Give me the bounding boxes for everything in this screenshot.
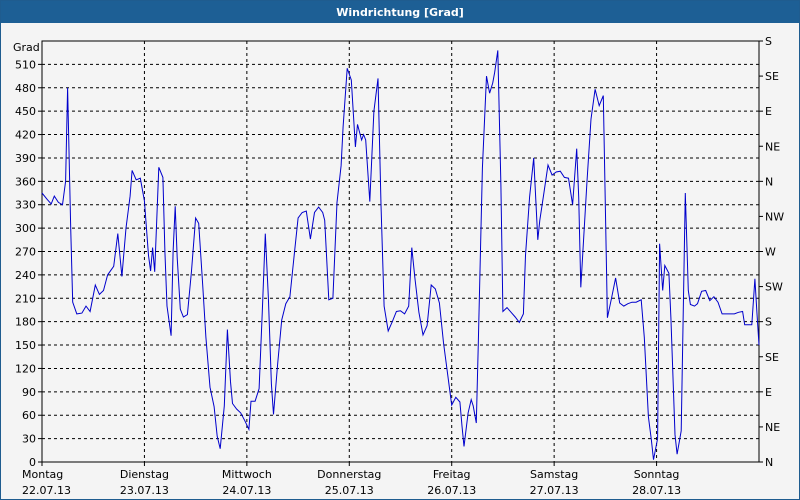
x-axis-ticks: Montag 22.07.13 Dienstag 23.07.13 Mittwoch 24…	[22, 462, 681, 497]
y-tick-label: 390	[15, 152, 36, 165]
right-tick-label: SE	[765, 351, 779, 364]
right-tick-label: N	[765, 175, 773, 188]
right-tick-label: NE	[765, 421, 780, 434]
x-tick-day: Samstag	[530, 468, 578, 481]
right-tick-label: S	[765, 316, 772, 329]
x-tick-day: Freitag	[433, 468, 471, 481]
right-tick-label: E	[765, 105, 772, 118]
y-tick-label: 360	[15, 175, 36, 188]
wind-direction-line	[41, 50, 760, 460]
x-tick-date: 26.07.13	[427, 484, 476, 497]
x-tick-day: Dienstag	[120, 468, 169, 481]
y-axis-label: Grad	[13, 41, 40, 54]
horizontal-gridlines	[42, 63, 759, 440]
y-tick-label: 240	[15, 269, 36, 282]
x-tick-day: Donnerstag	[317, 468, 381, 481]
right-tick-label: W	[765, 246, 776, 259]
x-tick-date: 23.07.13	[120, 484, 169, 497]
right-tick-label: NE	[765, 140, 780, 153]
y-tick-label: 30	[22, 433, 36, 446]
wind-direction-chart: Grad 03060901201501802102402703003303603…	[13, 35, 784, 497]
right-axis-ticks: N NE E SE S SW W NW N NE E SE S	[759, 35, 784, 469]
y-tick-label: 330	[15, 199, 36, 212]
x-tick-date: 24.07.13	[222, 484, 271, 497]
plot-frame	[41, 40, 760, 463]
right-tick-label: E	[765, 386, 772, 399]
y-tick-label: 510	[15, 58, 36, 71]
right-tick-label: N	[765, 456, 773, 469]
x-tick-date: 25.07.13	[325, 484, 374, 497]
x-tick-day: Montag	[22, 468, 63, 481]
x-tick-day: Mittwoch	[222, 468, 272, 481]
x-tick-date: 22.07.13	[22, 484, 71, 497]
x-tick-day: Sonntag	[634, 468, 680, 481]
y-tick-label: 450	[15, 105, 36, 118]
right-tick-label: SE	[765, 70, 779, 83]
right-tick-label: SW	[765, 281, 783, 294]
y-tick-label: 270	[15, 246, 36, 259]
y-tick-label: 90	[22, 386, 36, 399]
y-tick-label: 180	[15, 316, 36, 329]
y-tick-label: 150	[15, 339, 36, 352]
y-tick-label: 120	[15, 362, 36, 375]
x-tick-date: 27.07.13	[530, 484, 579, 497]
right-tick-label: S	[765, 35, 772, 48]
left-axis-ticks: 0306090120150180210240270300330360390420…	[15, 58, 42, 469]
y-tick-label: 480	[15, 82, 36, 95]
y-tick-label: 300	[15, 222, 36, 235]
y-tick-label: 60	[22, 409, 36, 422]
x-tick-date: 28.07.13	[632, 484, 681, 497]
chart-window: Windrichtung [Grad] Grad 0 30 60 90 120 150 18…	[0, 0, 800, 500]
right-tick-label: NW	[765, 210, 784, 223]
y-tick-label: 210	[15, 292, 36, 305]
y-tick-label: 420	[15, 129, 36, 142]
